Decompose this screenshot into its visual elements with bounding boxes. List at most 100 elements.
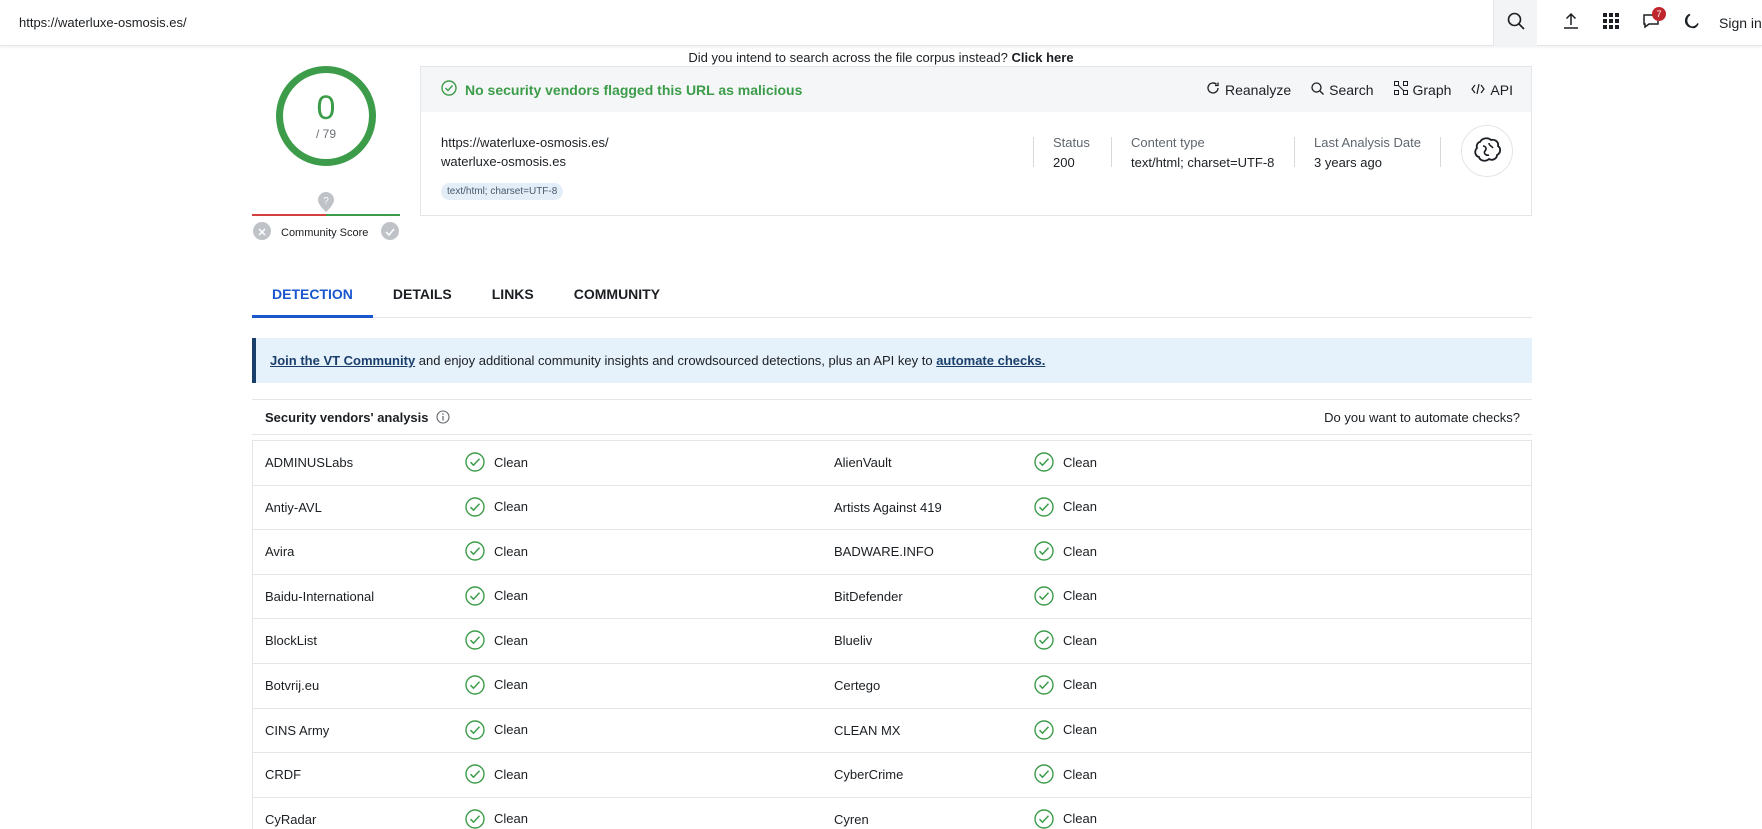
vendor-name: BitDefender <box>834 588 903 604</box>
apps-grid-icon <box>1603 13 1619 32</box>
search-icon <box>1507 12 1525 33</box>
tab-details[interactable]: DETAILS <box>373 274 472 318</box>
detection-count: 0 <box>316 89 336 127</box>
vendor-name: Baidu-International <box>265 588 375 604</box>
code-icon <box>1471 82 1486 98</box>
vendor-name: Blueliv <box>834 633 873 649</box>
result-label: Clean <box>494 454 528 470</box>
check-circle-icon <box>1034 809 1054 829</box>
check-circle-icon <box>465 809 485 829</box>
vendor-name: BlockList <box>265 633 318 649</box>
vendor-name: Antiy-AVL <box>265 499 322 515</box>
verdict-text: No security vendors flagged this URL as … <box>465 81 803 98</box>
check-circle-icon <box>465 586 485 606</box>
detection-total: / 79 <box>315 127 336 141</box>
community-score: ? Community Score <box>252 190 400 240</box>
community-score-bar <box>252 214 400 216</box>
content-type-label: Content type <box>1131 135 1205 150</box>
vendor-result: Clean <box>1034 496 1097 517</box>
vendor-name: Cyren <box>834 811 869 827</box>
automate-checks-link[interactable]: automate checks. <box>936 353 1045 368</box>
analyzed-domain[interactable]: waterluxe-osmosis.es <box>441 154 566 169</box>
apps-menu-button[interactable] <box>1591 0 1631 46</box>
upload-button[interactable] <box>1551 0 1591 46</box>
graph-button[interactable]: Graph <box>1393 81 1452 98</box>
vendor-name: AlienVault <box>834 455 892 470</box>
vendor-result: Clean <box>465 675 528 695</box>
result-label: Clean <box>1063 454 1097 470</box>
vendor-name: ADMINUSLabs <box>265 455 354 470</box>
vendor-result: Clean <box>1034 719 1097 740</box>
content-type-value: text/html; charset=UTF-8 <box>1131 155 1275 170</box>
reanalyze-button[interactable]: Reanalyze <box>1206 81 1291 98</box>
svg-text:?: ? <box>323 196 329 207</box>
divider <box>1111 137 1112 167</box>
vendor-name: CyberCrime <box>834 767 904 783</box>
api-button[interactable]: API <box>1471 81 1513 98</box>
result-label: Clean <box>494 811 528 827</box>
analyzed-url: https://waterluxe-osmosis.es/ <box>441 135 609 150</box>
automate-checks-prompt[interactable]: Do you want to automate checks? <box>1324 410 1520 425</box>
api-label: API <box>1490 81 1513 98</box>
url-search-input[interactable] <box>0 0 1493 46</box>
content-type-tag[interactable]: text/html; charset=UTF-8 <box>441 183 564 200</box>
table-row: CyRadar Clean Cyren Clean <box>253 798 1531 829</box>
info-icon[interactable] <box>435 410 450 424</box>
table-row: Antiy-AVL Clean Artists Against 419 Clean <box>253 486 1531 531</box>
report-tabs: DETECTION DETAILS LINKS COMMUNITY <box>252 274 1532 318</box>
table-row: CRDF Clean CyberCrime Clean <box>253 753 1531 798</box>
join-community-link[interactable]: Join the VT Community <box>270 353 415 368</box>
search-button[interactable] <box>1493 0 1537 46</box>
tab-links[interactable]: LINKS <box>472 274 554 318</box>
graph-label: Graph <box>1412 81 1452 98</box>
reanalyze-label: Reanalyze <box>1224 81 1292 98</box>
vendor-name: CRDF <box>265 767 302 783</box>
map-pin-icon: ? <box>318 192 334 215</box>
table-row: CINS Army Clean CLEAN MX Clean <box>253 709 1531 754</box>
brain-icon <box>1469 132 1505 171</box>
vendor-result: Clean <box>1034 630 1097 651</box>
result-label: Clean <box>1063 499 1097 515</box>
moon-icon <box>1682 12 1700 33</box>
vendor-result: Clean <box>465 630 528 651</box>
banner-text: and enjoy additional community insights … <box>415 353 937 368</box>
result-label: Clean <box>1063 632 1097 648</box>
check-circle-icon <box>465 630 485 651</box>
vendor-result: Clean <box>465 452 528 472</box>
vendor-results-table: ADMINUSLabs Clean AlienVault Clean Antiy-AVL… <box>252 440 1532 829</box>
vendor-result: Clean <box>1034 452 1097 472</box>
check-circle-icon <box>465 541 485 561</box>
similar-search-button[interactable]: Search <box>1311 81 1374 98</box>
vendor-result: Clean <box>465 764 528 784</box>
check-circle-icon <box>465 675 485 695</box>
check-circle-icon <box>1034 719 1054 740</box>
theme-toggle-button[interactable] <box>1671 0 1711 46</box>
click-here-link[interactable]: Click here <box>1011 50 1073 65</box>
last-analysis-label: Last Analysis Date <box>1314 135 1421 150</box>
vendors-analysis-header: Security vendors' analysis Do you want t… <box>252 399 1532 435</box>
last-analysis-value: 3 years ago <box>1314 155 1382 170</box>
vendor-result: Clean <box>465 496 528 517</box>
status-field: Status 200 <box>1053 135 1090 170</box>
sign-in-link[interactable]: Sign in <box>1719 15 1762 31</box>
result-label: Clean <box>1063 677 1097 693</box>
result-label: Clean <box>1063 811 1097 827</box>
vote-harmless-button[interactable] <box>381 222 399 240</box>
result-label: Clean <box>1063 543 1097 559</box>
content-type-field: Content type text/html; charset=UTF-8 <box>1131 135 1274 170</box>
result-label: Clean <box>494 722 528 738</box>
result-label: Clean <box>494 632 528 648</box>
result-label: Clean <box>1063 588 1097 604</box>
tab-detection[interactable]: DETECTION <box>252 274 373 318</box>
check-circle-icon <box>465 496 485 517</box>
tab-community[interactable]: COMMUNITY <box>554 274 680 318</box>
check-circle-icon <box>1034 452 1054 472</box>
status-label: Status <box>1053 135 1090 150</box>
table-row: Baidu-International Clean BitDefender Clean <box>253 575 1531 620</box>
top-bar: 7 Sign in <box>0 0 1762 46</box>
vendor-result: Clean <box>1034 586 1097 606</box>
vote-malicious-button[interactable] <box>253 222 271 240</box>
notifications-button[interactable]: 7 <box>1631 0 1671 46</box>
divider <box>1033 137 1034 167</box>
vendor-name: Certego <box>834 677 881 693</box>
